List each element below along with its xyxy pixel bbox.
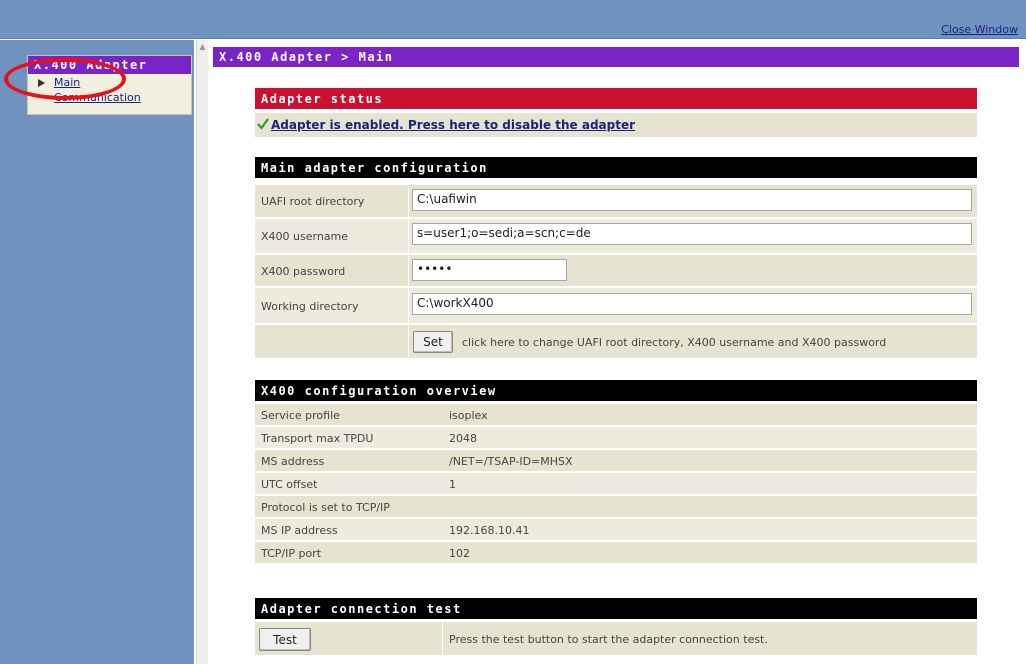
status-row: Adapter is enabled. Press here to disabl… bbox=[255, 113, 977, 138]
overview-label: TCP/IP port bbox=[261, 547, 322, 560]
field-label: X400 username bbox=[261, 230, 349, 243]
sidebar-item-label[interactable]: Communication bbox=[54, 91, 141, 104]
nav-panel-title: X.400 Adapter bbox=[28, 56, 191, 74]
config-row-password: X400 password ••••• bbox=[255, 255, 977, 287]
config-row-set: Set click here to change UAFI root direc… bbox=[255, 325, 977, 359]
section-title-test: Adapter connection test bbox=[255, 598, 977, 619]
overview-label: Protocol is set to TCP/IP bbox=[261, 501, 390, 514]
overview-row: MS IP address 192.168.10.41 bbox=[255, 519, 977, 541]
overview-value: /NET=/TSAP-ID=MHSX bbox=[449, 455, 573, 468]
scroll-up-icon[interactable]: ▲ bbox=[198, 42, 207, 51]
set-button[interactable]: Set bbox=[413, 331, 453, 353]
close-window-link[interactable]: Close Window bbox=[941, 23, 1018, 36]
nav-panel: X.400 Adapter Main Communication bbox=[27, 55, 192, 115]
x400-username-input[interactable]: s=user1;o=sedi;a=scn;c=de bbox=[412, 223, 972, 245]
sidebar-item-label[interactable]: Main bbox=[54, 76, 80, 89]
section-title-status: Adapter status bbox=[255, 88, 977, 109]
section-title-overview: X400 configuration overview bbox=[255, 380, 977, 401]
overview-row: Protocol is set to TCP/IP bbox=[255, 496, 977, 518]
field-label: UAFI root directory bbox=[261, 195, 365, 208]
scrollbar[interactable]: ▲ bbox=[196, 40, 208, 664]
sidebar-item-communication[interactable]: Communication bbox=[28, 91, 191, 106]
overview-row: TCP/IP port 102 bbox=[255, 542, 977, 564]
overview-row: Transport max TPDU 2048 bbox=[255, 427, 977, 449]
overview-row: Service profile isoplex bbox=[255, 404, 977, 426]
disable-adapter-link[interactable]: Adapter is enabled. Press here to disabl… bbox=[271, 118, 635, 132]
sidebar: X.400 Adapter Main Communication bbox=[0, 40, 194, 664]
working-directory-input[interactable]: C:\workX400 bbox=[412, 293, 972, 315]
test-row: Test Press the test button to start the … bbox=[255, 622, 977, 656]
overview-value: 192.168.10.41 bbox=[449, 524, 530, 537]
overview-row: UTC offset 1 bbox=[255, 473, 977, 495]
overview-value: 1 bbox=[449, 478, 456, 491]
x400-password-input[interactable]: ••••• bbox=[412, 259, 567, 281]
page-header: X.400 Adapter > Main bbox=[213, 47, 1019, 67]
section-title-config: Main adapter configuration bbox=[255, 157, 977, 178]
overview-label: MS address bbox=[261, 455, 325, 468]
overview-value: isoplex bbox=[449, 409, 488, 422]
config-row-uafi: UAFI root directory C:\uafiwin bbox=[255, 185, 977, 218]
overview-value: 102 bbox=[449, 547, 470, 560]
test-hint: Press the test button to start the adapt… bbox=[449, 633, 768, 646]
field-label: X400 password bbox=[261, 265, 346, 278]
play-arrow-icon bbox=[38, 79, 45, 87]
set-hint: click here to change UAFI root directory… bbox=[462, 336, 887, 349]
overview-label: MS IP address bbox=[261, 524, 338, 537]
overview-value: 2048 bbox=[449, 432, 477, 445]
test-button[interactable]: Test bbox=[259, 628, 311, 651]
overview-label: UTC offset bbox=[261, 478, 318, 491]
overview-row: MS address /NET=/TSAP-ID=MHSX bbox=[255, 450, 977, 472]
field-label: Working directory bbox=[261, 300, 359, 313]
top-frame: Close Window bbox=[0, 0, 1026, 39]
config-row-working-dir: Working directory C:\workX400 bbox=[255, 288, 977, 324]
overview-label: Service profile bbox=[261, 409, 340, 422]
config-row-username: X400 username s=user1;o=sedi;a=scn;c=de bbox=[255, 219, 977, 254]
uafi-root-input[interactable]: C:\uafiwin bbox=[412, 189, 972, 211]
sidebar-item-main[interactable]: Main bbox=[28, 76, 191, 91]
checkmark-icon bbox=[257, 118, 269, 130]
overview-label: Transport max TPDU bbox=[261, 432, 374, 445]
